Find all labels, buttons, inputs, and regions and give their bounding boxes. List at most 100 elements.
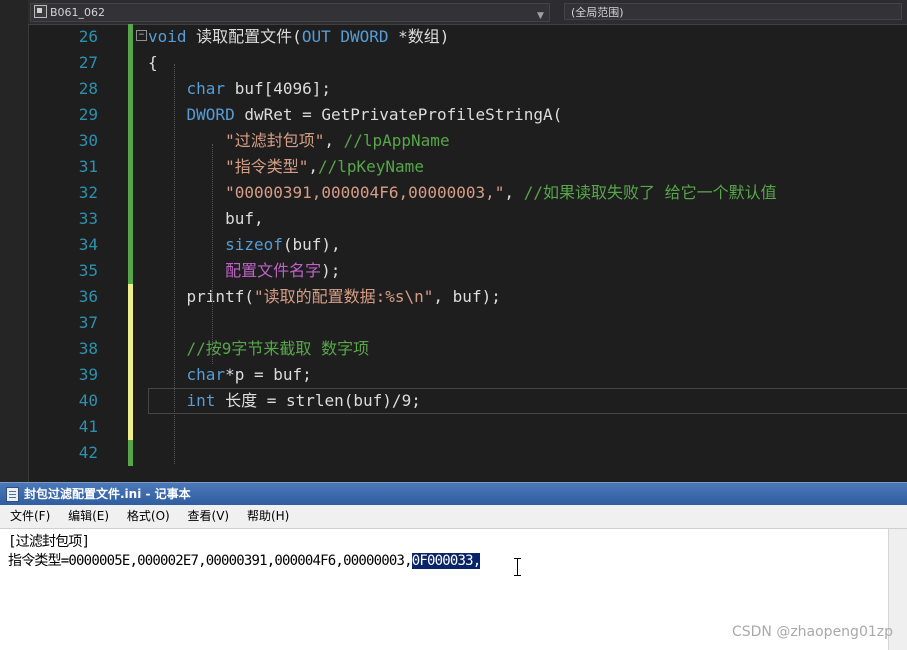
code-text: "过滤封包项", //lpAppName bbox=[148, 128, 450, 154]
code-token: , buf); bbox=[433, 287, 501, 306]
code-text: char buf[4096]; bbox=[148, 76, 332, 102]
code-token: void bbox=[148, 27, 187, 46]
code-line[interactable]: 41 bbox=[28, 414, 907, 440]
code-token: char bbox=[186, 365, 226, 384]
change-indicator bbox=[128, 154, 133, 180]
notepad-title-bar[interactable]: 封包过滤配置文件.ini - 记事本 bbox=[0, 483, 907, 505]
line-number: 40 bbox=[78, 391, 98, 410]
indent-guide bbox=[212, 144, 213, 364]
global-scope-label: (全局范围) bbox=[571, 6, 624, 19]
code-text: { bbox=[148, 50, 158, 76]
code-text: //按9字节来截取 数字项 bbox=[148, 336, 370, 362]
code-text: 配置文件名字); bbox=[148, 258, 340, 284]
menu-format[interactable]: 格式(O) bbox=[127, 509, 170, 523]
code-token: (buf), bbox=[282, 235, 341, 254]
code-token: //lpAppName bbox=[343, 131, 450, 150]
line-number: 30 bbox=[78, 131, 98, 150]
line-number: 32 bbox=[78, 183, 98, 202]
code-token: "读取的配置数据:%s\n" bbox=[253, 287, 434, 306]
code-text: void 读取配置文件(OUT DWORD *数组) bbox=[148, 24, 449, 50]
notepad-icon bbox=[6, 487, 19, 502]
menu-help[interactable]: 帮助(H) bbox=[247, 509, 289, 523]
code-token: "过滤封包项" bbox=[225, 131, 325, 150]
code-token: *p = buf; bbox=[225, 365, 312, 384]
code-text: "指令类型",//lpKeyName bbox=[148, 154, 424, 180]
chevron-down-icon[interactable]: ▼ bbox=[537, 8, 544, 25]
file-scope-dropdown[interactable]: B061_062 ▼ bbox=[30, 3, 550, 22]
code-editor[interactable]: B061_062 ▼ (全局范围) 26 − void 读取配置文件(OUT DWO… bbox=[0, 0, 907, 482]
text-cursor-icon bbox=[514, 558, 521, 576]
code-line[interactable]: 30 "过滤封包项", //lpAppName bbox=[28, 128, 907, 154]
code-line[interactable]: 35 配置文件名字); bbox=[28, 258, 907, 284]
menu-view[interactable]: 查看(V) bbox=[188, 509, 230, 523]
code-text: buf, bbox=[148, 206, 264, 232]
code-line[interactable]: 36 printf("读取的配置数据:%s\n", buf); bbox=[28, 284, 907, 310]
watermark: CSDN @zhaopeng01zp bbox=[731, 624, 893, 640]
code-line[interactable]: 37 bbox=[28, 310, 907, 336]
code-token: { bbox=[148, 53, 158, 72]
line-number: 29 bbox=[78, 105, 98, 124]
code-line[interactable]: 28 char buf[4096]; bbox=[28, 76, 907, 102]
code-line[interactable]: 33 buf, bbox=[28, 206, 907, 232]
change-indicator bbox=[128, 362, 133, 388]
code-line[interactable]: 26 − void 读取配置文件(OUT DWORD *数组) bbox=[28, 24, 907, 50]
code-token: //lpKeyName bbox=[317, 157, 424, 176]
code-text: DWORD dwRet = GetPrivateProfileStringA( bbox=[148, 102, 563, 128]
change-indicator bbox=[128, 388, 133, 414]
line-number: 35 bbox=[78, 261, 98, 280]
code-line[interactable]: 31 "指令类型",//lpKeyName bbox=[28, 154, 907, 180]
code-token: *数组) bbox=[388, 27, 450, 46]
notepad-window[interactable]: 封包过滤配置文件.ini - 记事本 文件(F) 编辑(E) 格式(O) 查看(… bbox=[0, 482, 907, 650]
menu-file[interactable]: 文件(F) bbox=[10, 509, 50, 523]
change-indicator bbox=[128, 128, 133, 154]
code-line[interactable]: 27 { bbox=[28, 50, 907, 76]
line-number: 31 bbox=[78, 157, 98, 176]
code-line[interactable]: 34 sizeof(buf), bbox=[28, 232, 907, 258]
selected-text: 0F000033, bbox=[411, 553, 481, 569]
code-token: "00000391,000004F6,00000003," bbox=[225, 183, 505, 202]
code-text: sizeof(buf), bbox=[148, 232, 341, 258]
current-line-highlight bbox=[148, 388, 907, 414]
line-number: 41 bbox=[78, 417, 98, 436]
change-indicator bbox=[128, 310, 133, 336]
code-token: , bbox=[308, 157, 318, 176]
file-scope-label: B061_062 bbox=[50, 6, 106, 19]
collapse-icon[interactable]: − bbox=[136, 30, 147, 41]
notepad-menu-bar: 文件(F) 编辑(E) 格式(O) 查看(V) 帮助(H) bbox=[0, 505, 907, 529]
code-token: , bbox=[504, 183, 524, 202]
code-token: buf, bbox=[148, 209, 264, 228]
change-indicator bbox=[128, 206, 133, 232]
menu-edit[interactable]: 编辑(E) bbox=[68, 509, 109, 523]
code-token: "指令类型" bbox=[225, 157, 309, 176]
line-number: 28 bbox=[78, 79, 98, 98]
code-line[interactable]: 42 bbox=[28, 440, 907, 466]
global-scope-dropdown[interactable]: (全局范围) bbox=[564, 3, 902, 20]
code-token: 配置文件名字 bbox=[225, 261, 322, 280]
code-line[interactable]: 38 //按9字节来截取 数字项 bbox=[28, 336, 907, 362]
code-line[interactable]: 29 DWORD dwRet = GetPrivateProfileString… bbox=[28, 102, 907, 128]
change-indicator bbox=[128, 232, 133, 258]
code-token: ); bbox=[321, 261, 341, 280]
line-number: 27 bbox=[78, 53, 98, 72]
code-token: buf[4096]; bbox=[225, 79, 332, 98]
code-line[interactable]: 39 char*p = buf; bbox=[28, 362, 907, 388]
line-number: 37 bbox=[78, 313, 98, 332]
change-indicator bbox=[128, 102, 133, 128]
code-line[interactable]: 32 "00000391,000004F6,00000003,", //如果读取… bbox=[28, 180, 907, 206]
code-token: dwRet = GetPrivateProfileStringA( bbox=[234, 105, 563, 124]
change-indicator bbox=[128, 284, 133, 310]
line-number: 26 bbox=[78, 27, 98, 46]
code-token: sizeof bbox=[225, 235, 283, 254]
change-indicator bbox=[128, 76, 133, 102]
notepad-text-area[interactable]: [过滤封包项] 指令类型=0000005E,000002E7,00000391,… bbox=[8, 533, 481, 571]
line-number: 42 bbox=[78, 443, 98, 462]
code-area[interactable]: 26 − void 读取配置文件(OUT DWORD *数组) 27 {28 char … bbox=[28, 24, 907, 482]
change-indicator bbox=[128, 440, 133, 466]
code-token: , bbox=[324, 131, 344, 150]
